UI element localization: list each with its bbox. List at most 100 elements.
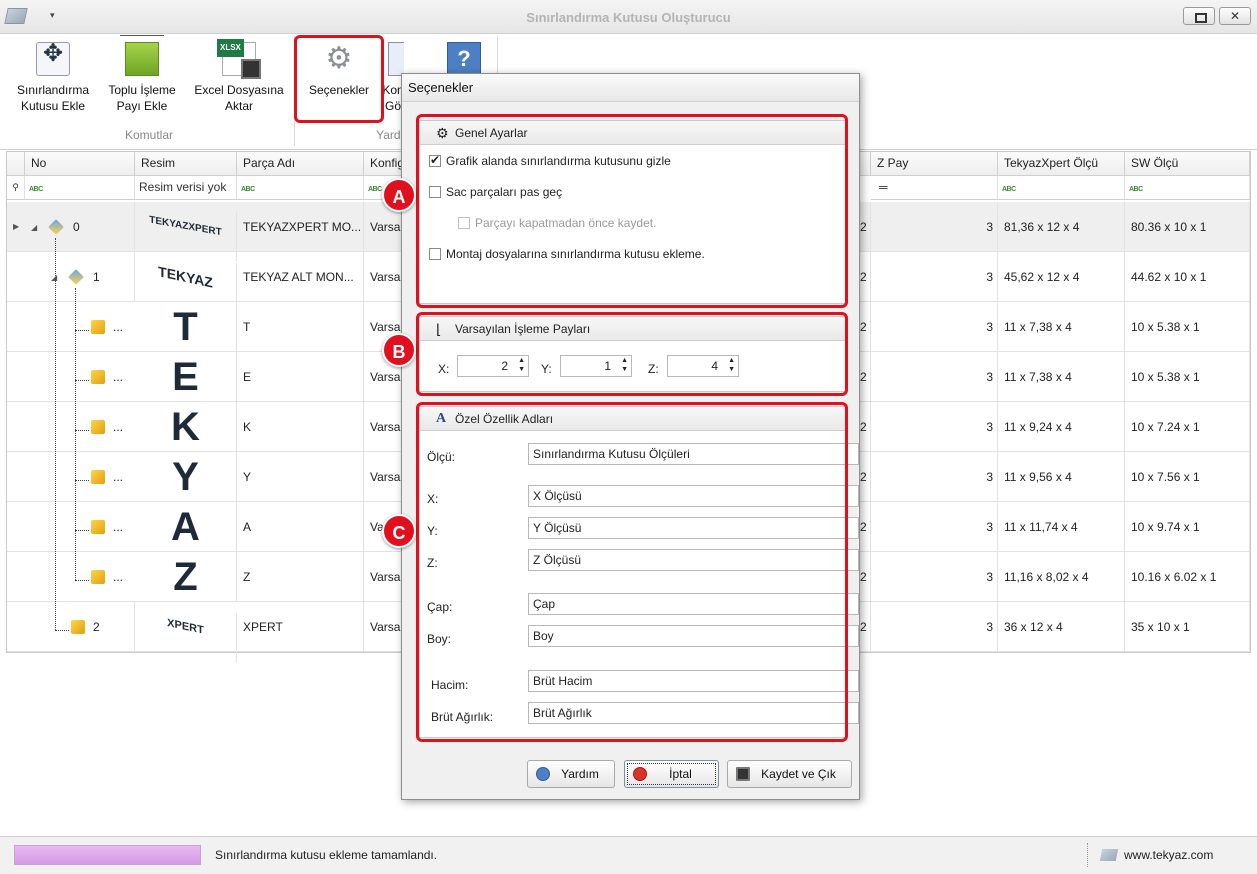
x-property-input[interactable] xyxy=(528,485,859,507)
dialog-help-button[interactable]: Yardım xyxy=(527,760,615,788)
checkbox-label: Grafik alanda sınırlandırma kutusunu giz… xyxy=(446,154,671,168)
filter-sw-size[interactable]: ABC xyxy=(1125,176,1250,200)
general-settings-panel: ⚙ Genel Ayarlar Grafik alanda sınırlandı… xyxy=(419,120,846,304)
row-indicator-icon: ▶ xyxy=(13,222,20,231)
cell-sw-size: 10 x 9.74 x 1 xyxy=(1125,502,1250,552)
padding-y-label: Y: xyxy=(541,362,552,376)
button-label: Aktar xyxy=(224,99,253,113)
spinner-down-icon[interactable]: ▼ xyxy=(621,366,628,373)
padding-x-spinner[interactable]: 2 ▲ ▼ xyxy=(457,355,529,377)
volume-input[interactable] xyxy=(528,670,859,692)
y-property-input[interactable] xyxy=(528,517,859,539)
skip-sheet-metal-checkbox[interactable]: Sac parçaları pas geç xyxy=(429,185,562,199)
spinner-down-icon[interactable]: ▼ xyxy=(728,366,735,373)
column-header-sw-size[interactable]: SW Ölçü xyxy=(1125,152,1250,176)
weight-label: Brüt Ağırlık: xyxy=(431,710,494,724)
close-button[interactable] xyxy=(1219,7,1251,25)
status-text: Sınırlandırma kutusu ekleme tamamlandı. xyxy=(215,848,438,862)
filter-xpert-size[interactable]: ABC xyxy=(998,176,1125,200)
abc-filter-icon: ABC xyxy=(1002,186,1016,193)
cell-sw-size: 10 x 7.56 x 1 xyxy=(1125,452,1250,502)
z-property-input[interactable] xyxy=(528,549,859,571)
dialog-cancel-button[interactable]: İptal xyxy=(624,760,719,788)
button-label: Excel Dosyasına xyxy=(194,83,284,97)
column-header-y-pay[interactable] xyxy=(860,152,871,176)
cell-y-pay: 2 xyxy=(860,602,871,652)
panel-header: A Özel Özellik Adları xyxy=(420,407,845,431)
options-button[interactable]: ⚙ Seçenekler xyxy=(302,40,376,98)
length-input[interactable] xyxy=(528,625,859,647)
padding-x-label: X: xyxy=(438,362,450,376)
export-excel-button[interactable]: Excel Dosyasına Aktar xyxy=(190,39,288,114)
button-label: Seçenekler xyxy=(308,83,370,97)
filter-z-pay[interactable]: ═ xyxy=(871,176,998,200)
boy-label: Boy: xyxy=(427,632,452,646)
weight-input[interactable] xyxy=(528,702,859,724)
cell-z-pay: 3 xyxy=(871,202,998,252)
cell-xpert-size: 11 x 11,74 x 4 xyxy=(998,502,1125,552)
tree-line xyxy=(55,630,69,631)
column-header-config[interactable]: Konfig xyxy=(364,152,404,176)
part-thumbnail: T xyxy=(135,302,237,352)
spinner-up-icon[interactable]: ▲ xyxy=(621,357,628,364)
batch-padding-button[interactable]: Toplu İşleme Payı Ekle xyxy=(100,35,184,114)
annotation-badge-a: A xyxy=(382,178,416,212)
dialog-save-exit-button[interactable]: Kaydet ve Çık xyxy=(727,760,852,788)
padding-z-spinner[interactable]: 4 ▲ ▼ xyxy=(667,355,739,377)
cell-config: Varsa xyxy=(364,402,404,452)
spinner-value: 2 xyxy=(501,359,508,373)
cancel-icon xyxy=(633,767,647,781)
checkbox-icon xyxy=(429,186,441,198)
spinner-up-icon[interactable]: ▲ xyxy=(518,357,525,364)
gear-icon: ⚙ xyxy=(436,125,449,141)
part-icon xyxy=(91,420,105,434)
column-header-z-pay[interactable]: Z Pay xyxy=(871,152,998,176)
column-header-image[interactable]: Resim xyxy=(135,152,237,176)
collapse-icon[interactable]: ◢ xyxy=(31,223,37,232)
cell-xpert-size: 81,36 x 12 x 4 xyxy=(998,202,1125,252)
part-thumbnail: XPERT xyxy=(135,591,237,663)
column-header-xpert-size[interactable]: TekyazXpert Ölçü xyxy=(998,152,1125,176)
website-link[interactable]: www.tekyaz.com xyxy=(1124,848,1213,862)
y-label: Y: xyxy=(427,524,438,538)
button-label: Kaydet ve Çık xyxy=(761,767,836,781)
ribbon-group-commands-label: Komutlar xyxy=(124,128,174,142)
column-header-part-name[interactable]: Parça Adı xyxy=(237,152,364,176)
padding-box-icon: ⌊ xyxy=(436,321,442,337)
excel-save-icon xyxy=(217,39,261,79)
cell-z-pay: 3 xyxy=(871,502,998,552)
spinner-up-icon[interactable]: ▲ xyxy=(728,357,735,364)
filter-part-name[interactable]: ABC xyxy=(237,176,364,200)
assembly-icon xyxy=(48,219,64,235)
part-thumbnail: E xyxy=(135,352,237,402)
x-label: X: xyxy=(427,492,439,506)
cell-xpert-size: 11 x 7,38 x 4 xyxy=(998,302,1125,352)
add-bounding-box-button[interactable]: Sınırlandırma Kutusu Ekle xyxy=(10,40,96,114)
spinner-down-icon[interactable]: ▼ xyxy=(518,366,525,373)
cell-sw-size: 10.16 x 6.02 x 1 xyxy=(1125,552,1250,602)
cell-part-name: Y xyxy=(237,452,364,502)
olcu-input[interactable] xyxy=(528,443,859,465)
part-thumbnail: K xyxy=(135,402,237,452)
abc-filter-icon: ABC xyxy=(1129,186,1143,193)
cell-y-pay: 2 xyxy=(860,252,871,302)
hide-box-checkbox[interactable]: Grafik alanda sınırlandırma kutusunu giz… xyxy=(429,153,671,168)
font-a-icon: A xyxy=(436,411,447,426)
part-icon xyxy=(91,470,105,484)
minimize-button[interactable] xyxy=(1183,7,1215,25)
filter-no[interactable]: ABC xyxy=(25,176,135,200)
filter-pin-icon[interactable]: ⚲ xyxy=(7,176,25,200)
cell-part-name: A xyxy=(237,502,364,552)
cell-y-pay: 2 xyxy=(860,402,871,452)
column-header-no[interactable]: No xyxy=(25,152,135,176)
diameter-input[interactable] xyxy=(528,593,859,615)
button-label: Toplu İşleme xyxy=(108,83,176,97)
part-icon xyxy=(91,320,105,334)
button-label: Kutusu Ekle xyxy=(20,99,86,113)
tree-line xyxy=(75,580,89,581)
cell-part-name: TEKYAZXPERT MO... xyxy=(237,202,364,252)
padding-y-spinner[interactable]: 1 ▲ ▼ xyxy=(560,355,632,377)
tree-line xyxy=(75,288,76,580)
no-assembly-checkbox[interactable]: Montaj dosyalarına sınırlandırma kutusu … xyxy=(429,247,705,261)
cell-y-pay: 2 xyxy=(860,452,871,502)
